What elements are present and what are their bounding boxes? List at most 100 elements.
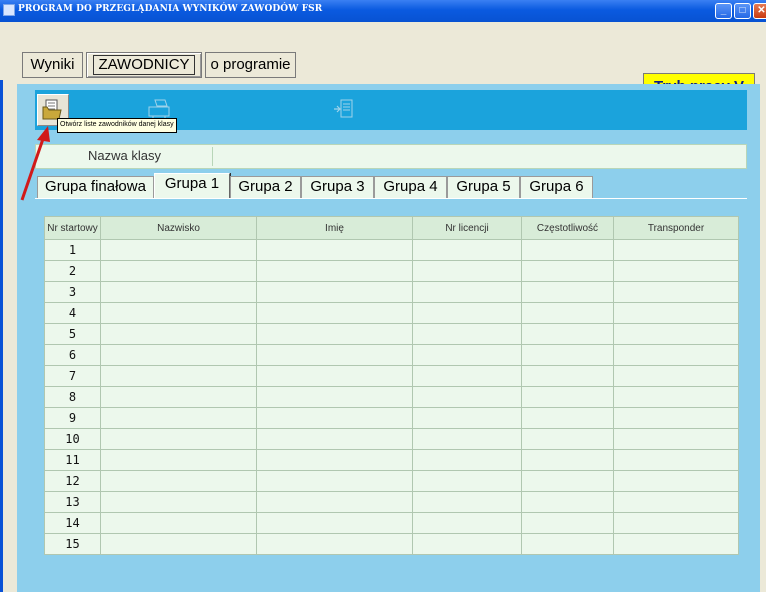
- table-cell[interactable]: [613, 239, 739, 261]
- table-cell[interactable]: [100, 407, 257, 429]
- table-row[interactable]: 8: [44, 386, 739, 408]
- table-cell[interactable]: [100, 323, 257, 345]
- close-icon[interactable]: ✕: [753, 3, 766, 19]
- table-cell[interactable]: [412, 533, 522, 555]
- table-cell[interactable]: [100, 260, 257, 282]
- table-cell[interactable]: [521, 533, 614, 555]
- start-number-cell[interactable]: 10: [44, 428, 101, 450]
- table-cell[interactable]: [256, 365, 413, 387]
- table-row[interactable]: 15: [44, 533, 739, 555]
- table-cell[interactable]: [412, 428, 522, 450]
- table-cell[interactable]: [521, 365, 614, 387]
- table-cell[interactable]: [256, 344, 413, 366]
- table-cell[interactable]: [412, 512, 522, 534]
- start-number-cell[interactable]: 2: [44, 260, 101, 282]
- table-cell[interactable]: [613, 491, 739, 513]
- column-header[interactable]: Transponder: [613, 216, 739, 240]
- table-row[interactable]: 5: [44, 323, 739, 345]
- table-cell[interactable]: [256, 512, 413, 534]
- table-cell[interactable]: [521, 386, 614, 408]
- tab-grupa-3[interactable]: Grupa 3: [301, 176, 374, 198]
- table-cell[interactable]: [412, 323, 522, 345]
- table-cell[interactable]: [256, 449, 413, 471]
- table-cell[interactable]: [100, 533, 257, 555]
- table-cell[interactable]: [256, 323, 413, 345]
- table-cell[interactable]: [100, 386, 257, 408]
- table-cell[interactable]: [256, 386, 413, 408]
- table-cell[interactable]: [412, 281, 522, 303]
- table-cell[interactable]: [613, 386, 739, 408]
- table-cell[interactable]: [613, 407, 739, 429]
- table-cell[interactable]: [412, 386, 522, 408]
- start-number-cell[interactable]: 14: [44, 512, 101, 534]
- table-cell[interactable]: [256, 302, 413, 324]
- table-cell[interactable]: [256, 428, 413, 450]
- table-cell[interactable]: [521, 512, 614, 534]
- table-cell[interactable]: [100, 365, 257, 387]
- table-cell[interactable]: [412, 344, 522, 366]
- table-cell[interactable]: [521, 449, 614, 471]
- table-cell[interactable]: [613, 533, 739, 555]
- table-cell[interactable]: [100, 239, 257, 261]
- start-number-cell[interactable]: 3: [44, 281, 101, 303]
- start-number-cell[interactable]: 12: [44, 470, 101, 492]
- start-number-cell[interactable]: 5: [44, 323, 101, 345]
- start-number-cell[interactable]: 11: [44, 449, 101, 471]
- table-cell[interactable]: [613, 365, 739, 387]
- start-number-cell[interactable]: 9: [44, 407, 101, 429]
- table-cell[interactable]: [521, 260, 614, 282]
- table-cell[interactable]: [521, 470, 614, 492]
- table-row[interactable]: 6: [44, 344, 739, 366]
- table-row[interactable]: 3: [44, 281, 739, 303]
- table-row[interactable]: 13: [44, 491, 739, 513]
- title-bar[interactable]: PROGRAM DO PRZEGLĄDANIA WYNIKÓW ZAWODÓW …: [0, 0, 766, 22]
- table-row[interactable]: 14: [44, 512, 739, 534]
- table-cell[interactable]: [613, 281, 739, 303]
- table-cell[interactable]: [412, 365, 522, 387]
- table-cell[interactable]: [256, 470, 413, 492]
- table-cell[interactable]: [256, 260, 413, 282]
- start-number-cell[interactable]: 1: [44, 239, 101, 261]
- table-cell[interactable]: [521, 281, 614, 303]
- table-row[interactable]: 2: [44, 260, 739, 282]
- table-row[interactable]: 4: [44, 302, 739, 324]
- start-number-cell[interactable]: 15: [44, 533, 101, 555]
- tab-grupa-5[interactable]: Grupa 5: [447, 176, 520, 198]
- class-name-field[interactable]: [216, 148, 736, 165]
- table-row[interactable]: 12: [44, 470, 739, 492]
- table-row[interactable]: 7: [44, 365, 739, 387]
- table-cell[interactable]: [100, 344, 257, 366]
- table-cell[interactable]: [412, 260, 522, 282]
- table-cell[interactable]: [256, 533, 413, 555]
- start-number-cell[interactable]: 4: [44, 302, 101, 324]
- table-cell[interactable]: [613, 449, 739, 471]
- table-cell[interactable]: [412, 449, 522, 471]
- table-cell[interactable]: [613, 260, 739, 282]
- table-cell[interactable]: [100, 491, 257, 513]
- table-row[interactable]: 1: [44, 239, 739, 261]
- table-cell[interactable]: [613, 344, 739, 366]
- start-number-cell[interactable]: 8: [44, 386, 101, 408]
- table-cell[interactable]: [521, 239, 614, 261]
- table-cell[interactable]: [613, 470, 739, 492]
- table-cell[interactable]: [521, 344, 614, 366]
- table-cell[interactable]: [613, 428, 739, 450]
- table-cell[interactable]: [521, 491, 614, 513]
- table-cell[interactable]: [412, 470, 522, 492]
- table-cell[interactable]: [256, 491, 413, 513]
- table-cell[interactable]: [100, 470, 257, 492]
- table-cell[interactable]: [521, 407, 614, 429]
- table-cell[interactable]: [521, 323, 614, 345]
- table-row[interactable]: 11: [44, 449, 739, 471]
- column-header[interactable]: Nazwisko: [100, 216, 257, 240]
- table-row[interactable]: 10: [44, 428, 739, 450]
- table-cell[interactable]: [100, 449, 257, 471]
- tab-grupa-1[interactable]: Grupa 1: [154, 173, 230, 198]
- column-header[interactable]: Imię: [256, 216, 413, 240]
- table-row[interactable]: 9: [44, 407, 739, 429]
- table-cell[interactable]: [412, 239, 522, 261]
- table-cell[interactable]: [521, 302, 614, 324]
- table-cell[interactable]: [100, 428, 257, 450]
- menu-wyniki-button[interactable]: Wyniki: [22, 52, 83, 78]
- table-cell[interactable]: [412, 491, 522, 513]
